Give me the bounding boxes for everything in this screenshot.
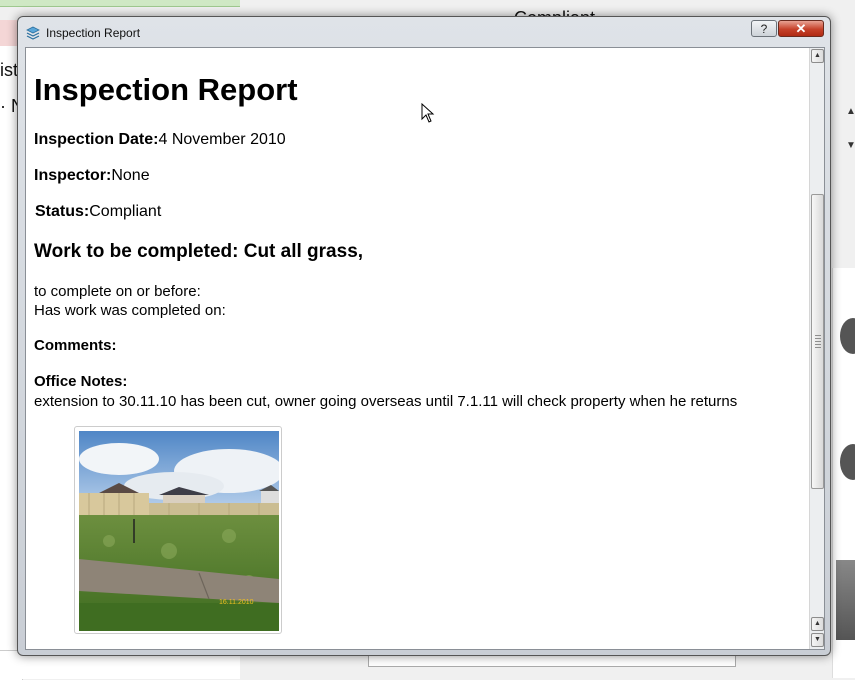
inspection-date-label: Inspection Date: bbox=[34, 131, 159, 148]
background-left-text: ist bbox=[0, 60, 18, 80]
work-heading: Work to be completed: Cut all grass, bbox=[34, 241, 364, 262]
status-label: Status: bbox=[35, 203, 90, 220]
scroll-down-button[interactable]: ▼ bbox=[811, 633, 824, 647]
complete-before-label: to complete on or before: bbox=[34, 283, 201, 300]
photo-date-stamp: 16.11.2010 bbox=[219, 599, 254, 606]
background-notification-strip bbox=[0, 0, 240, 7]
inspection-photo-frame[interactable]: 16.11.2010 bbox=[74, 426, 282, 634]
background-image bbox=[836, 560, 855, 640]
title-bar[interactable]: Inspection Report ? ✕ bbox=[18, 17, 830, 47]
comments-label: Comments: bbox=[34, 337, 117, 354]
scroll-up-small-button[interactable]: ▲ bbox=[811, 617, 824, 631]
scroll-grip-icon bbox=[815, 335, 821, 349]
completed-on-label: Has work was completed on: bbox=[34, 302, 226, 319]
report-viewer: Inspection Report Inspection Date:4 Nove… bbox=[25, 47, 825, 650]
status-value: Compliant bbox=[89, 203, 162, 220]
scroll-up-button[interactable]: ▲ bbox=[811, 49, 824, 63]
window-title: Inspection Report bbox=[46, 26, 141, 40]
status-row: Status:Compliant bbox=[35, 203, 161, 221]
close-button[interactable]: ✕ bbox=[778, 20, 824, 37]
inspector-row: Inspector:None bbox=[34, 167, 150, 185]
report-title: Inspection Report bbox=[34, 72, 298, 107]
inspector-value: None bbox=[111, 167, 150, 184]
background-arrow-icon[interactable]: ▲ bbox=[846, 106, 855, 117]
vertical-scrollbar[interactable]: ▲ ▲ ▼ bbox=[809, 48, 824, 649]
scroll-thumb[interactable] bbox=[811, 194, 824, 489]
inspector-label: Inspector: bbox=[34, 167, 112, 184]
office-notes-text: extension to 30.11.10 has been cut, owne… bbox=[34, 393, 738, 410]
inspection-date-row: Inspection Date:4 November 2010 bbox=[34, 131, 286, 149]
inspection-date-value: 4 November 2010 bbox=[158, 131, 286, 148]
mouse-pointer-icon bbox=[421, 103, 435, 123]
help-button[interactable]: ? bbox=[751, 20, 777, 37]
layers-icon bbox=[26, 26, 40, 40]
inspection-photo: 16.11.2010 bbox=[79, 431, 279, 631]
report-content: Inspection Report Inspection Date:4 Nove… bbox=[26, 48, 808, 649]
background-arrow-icon[interactable]: ▼ bbox=[846, 140, 855, 151]
office-notes-label: Office Notes: bbox=[34, 373, 128, 390]
